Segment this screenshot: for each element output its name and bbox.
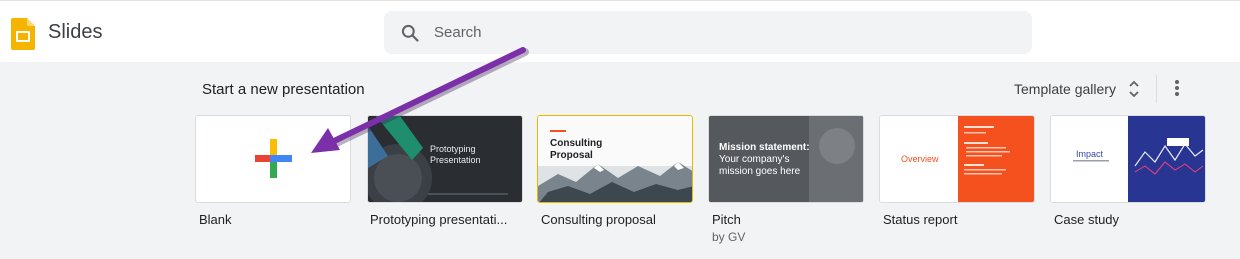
case-study-thumbnail	[1051, 116, 1205, 202]
template-consulting[interactable]: Consulting Proposal	[537, 115, 693, 203]
new-presentation-panel: Start a new presentation Template galler…	[0, 62, 1240, 259]
top-bar: Slides	[0, 0, 1240, 62]
template-sublabel-pitch: by GV	[712, 230, 746, 244]
template-status-report[interactable]: Overview	[879, 115, 1035, 203]
template-label-blank: Blank	[199, 212, 232, 227]
search-icon[interactable]	[400, 23, 420, 43]
plus-icon	[255, 139, 292, 178]
template-pitch[interactable]: Mission statement: Your company's missio…	[708, 115, 864, 203]
template-gallery-label: Template gallery	[1014, 81, 1116, 97]
unfold-icon	[1129, 80, 1139, 98]
template-prototyping[interactable]: Prototyping Presentation	[367, 115, 523, 203]
thumb-title: Impact	[1076, 149, 1104, 159]
thumb-title: Overview	[901, 154, 939, 164]
template-blank[interactable]	[195, 115, 351, 203]
section-title: Start a new presentation	[202, 81, 365, 98]
search-bar[interactable]	[384, 11, 1032, 54]
thumb-body: Your company's mission goes here	[719, 154, 801, 177]
template-label-status-report: Status report	[883, 212, 958, 227]
thumb-title: Consulting Proposal	[550, 138, 603, 161]
thumb-title: Prototyping Presentation	[430, 144, 481, 165]
more-options-icon[interactable]	[1168, 78, 1186, 98]
template-label-pitch: Pitch	[712, 212, 741, 227]
template-case-study[interactable]: Impact	[1050, 115, 1206, 203]
app-name[interactable]: Slides	[48, 21, 102, 44]
search-input[interactable]	[434, 11, 1014, 54]
template-gallery-button[interactable]: Template gallery	[1014, 78, 1140, 100]
divider	[1156, 75, 1157, 103]
thumb-title: Mission statement:	[719, 142, 810, 153]
slides-logo-icon[interactable]	[11, 18, 35, 50]
template-label-case-study: Case study	[1054, 212, 1120, 227]
template-label-consulting: Consulting proposal	[541, 212, 656, 227]
template-label-prototyping: Prototyping presentati...	[370, 212, 508, 227]
